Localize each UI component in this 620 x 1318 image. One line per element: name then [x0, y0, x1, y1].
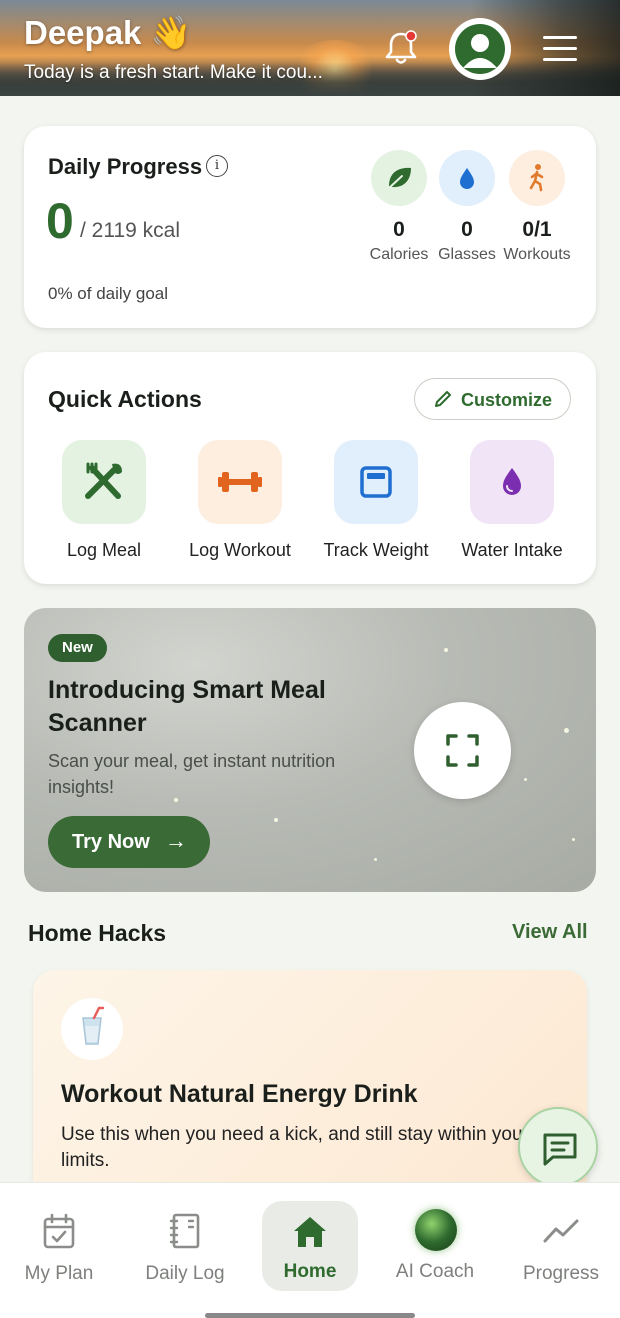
scale-icon: [334, 440, 418, 524]
sparkle-decoration: [374, 858, 377, 861]
pencil-icon: [433, 389, 453, 409]
home-hacks-title: Home Hacks: [28, 920, 167, 946]
promo-subtitle: Scan your meal, get instant nutrition in…: [48, 751, 336, 797]
header: Deepak 👋 Today is a fresh start. Make it…: [0, 0, 620, 96]
stat-glasses-label: Glasses: [438, 246, 496, 263]
quick-action-water-intake[interactable]: Water Intake: [442, 440, 582, 561]
try-now-button[interactable]: Try Now →: [48, 816, 210, 868]
stat-glasses-value: 0: [461, 218, 473, 241]
sparkle-decoration: [564, 728, 569, 733]
quick-action-track-weight-label: Track Weight: [323, 540, 429, 560]
quick-actions-card: Quick Actions Customize Log Meal Log Wor…: [24, 352, 596, 584]
sparkle-decoration: [274, 818, 278, 822]
info-icon[interactable]: i: [206, 155, 228, 177]
calories-consumed: 0: [46, 193, 74, 249]
daily-progress-card[interactable]: Daily Progress i 0 / 2119 kcal 0% of dai…: [24, 126, 596, 328]
stat-glasses: 0 Glasses: [432, 150, 502, 264]
notebook-icon: [165, 1211, 205, 1251]
new-badge: New: [48, 634, 107, 662]
nav-home[interactable]: Home: [262, 1201, 358, 1291]
sparkle-decoration: [444, 648, 448, 652]
stat-calories: 0 Calories: [364, 150, 434, 264]
home-hack-card[interactable]: Workout Natural Energy Drink Use this wh…: [33, 970, 587, 1200]
customize-label: Customize: [461, 390, 553, 410]
daily-progress-title: Daily Progress: [48, 154, 203, 179]
user-name: Deepak 👋: [24, 14, 192, 51]
sparkle-decoration: [524, 778, 527, 781]
utensils-icon: [62, 440, 146, 524]
stat-workouts-value: 0/1: [522, 218, 552, 241]
nav-progress[interactable]: Progress: [506, 1211, 616, 1285]
scan-button[interactable]: [414, 702, 511, 799]
running-icon: [509, 150, 565, 206]
quick-action-log-workout-label: Log Workout: [189, 540, 291, 560]
quick-action-track-weight[interactable]: Track Weight: [306, 440, 446, 561]
bottom-nav: My Plan Daily Log Home AI Coach Progress: [0, 1182, 620, 1318]
quick-action-water-intake-label: Water Intake: [461, 540, 563, 560]
home-icon: [290, 1211, 330, 1251]
nav-ai-coach-label: AI Coach: [395, 1261, 475, 1282]
home-hack-description: Use this when you need a kick, and still…: [61, 1124, 529, 1171]
home-hack-title: Workout Natural Energy Drink: [61, 1080, 418, 1108]
notification-bell-icon[interactable]: [384, 30, 418, 66]
greeting-text: Today is a fresh start. Make it cou...: [24, 62, 323, 83]
stat-calories-value: 0: [393, 218, 405, 241]
drink-cup-icon: [61, 998, 123, 1060]
nav-home-label: Home: [283, 1261, 337, 1282]
try-now-label: Try Now: [72, 831, 150, 853]
leaf-icon: [371, 150, 427, 206]
nav-my-plan-label: My Plan: [24, 1263, 94, 1284]
avatar[interactable]: [449, 18, 511, 80]
nav-ai-coach[interactable]: AI Coach: [380, 1209, 490, 1283]
home-indicator: [205, 1313, 415, 1318]
stat-calories-label: Calories: [369, 246, 429, 263]
goal-percent: 0% of daily goal: [48, 284, 169, 303]
chat-fab-button[interactable]: [518, 1107, 598, 1187]
water-drop-icon: [470, 440, 554, 524]
nav-daily-log[interactable]: Daily Log: [130, 1211, 240, 1285]
sparkle-decoration: [572, 838, 575, 841]
hamburger-menu-icon[interactable]: [543, 36, 577, 62]
dumbbell-icon: [198, 440, 282, 524]
scan-frame-icon: [446, 734, 479, 767]
calendar-check-icon: [39, 1211, 79, 1251]
quick-actions-title: Quick Actions: [48, 386, 202, 412]
stat-workouts: 0/1 Workouts: [502, 150, 572, 264]
calorie-goal: / 2119 kcal: [80, 219, 181, 242]
quick-action-log-meal[interactable]: Log Meal: [34, 440, 174, 561]
arrow-right-icon: →: [165, 828, 187, 853]
customize-button[interactable]: Customize: [414, 378, 571, 420]
ai-coach-orb-icon: [415, 1209, 457, 1251]
water-drop-icon: [439, 150, 495, 206]
smart-meal-scanner-banner[interactable]: New Introducing Smart Meal Scanner Scan …: [24, 608, 596, 892]
quick-action-log-meal-label: Log Meal: [66, 540, 142, 560]
nav-progress-label: Progress: [522, 1263, 600, 1284]
view-all-link[interactable]: View All: [512, 921, 588, 944]
nav-daily-log-label: Daily Log: [145, 1263, 225, 1284]
chat-message-icon: [543, 1133, 577, 1166]
quick-action-log-workout[interactable]: Log Workout: [170, 440, 310, 561]
stat-workouts-label: Workouts: [503, 246, 571, 263]
promo-title: Introducing Smart Meal Scanner: [48, 676, 326, 737]
user-avatar-icon: [455, 24, 505, 74]
nav-my-plan[interactable]: My Plan: [4, 1211, 114, 1285]
trend-line-icon: [541, 1211, 581, 1251]
